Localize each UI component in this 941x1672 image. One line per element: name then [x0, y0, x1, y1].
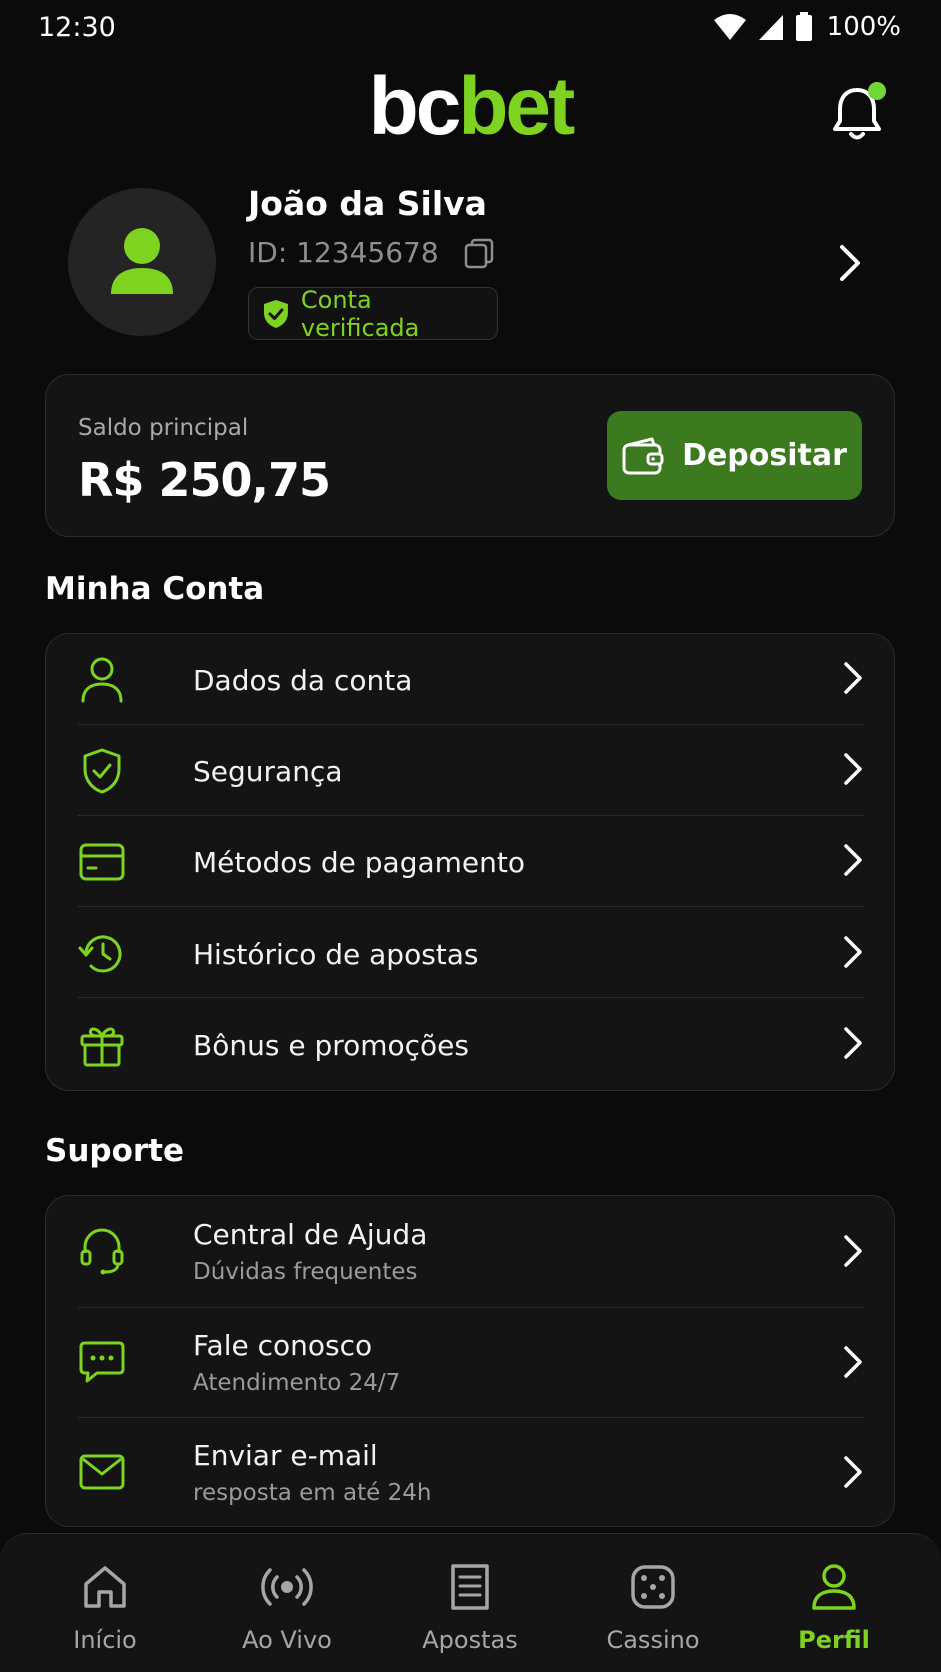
- menu-item-label: Central de Ajuda: [193, 1218, 428, 1251]
- nav-label: Ao Vivo: [242, 1626, 332, 1654]
- menu-item-label: Histórico de apostas: [193, 937, 479, 971]
- logo-bc: bc: [368, 61, 462, 152]
- headset-icon: [78, 1227, 126, 1275]
- menu-item-label: Segurança: [193, 754, 343, 788]
- shield-check-icon: [263, 299, 288, 328]
- menu-item-sublabel: Dúvidas frequentes: [193, 1259, 418, 1285]
- menu-item-label: Enviar e-mail: [193, 1439, 378, 1472]
- chevron-right-icon: [842, 1345, 864, 1383]
- nav-label: Cassino: [606, 1626, 700, 1654]
- menu-item-label: Fale conosco: [193, 1329, 373, 1362]
- avatar-user-icon: [111, 228, 173, 294]
- deposit-label: Depositar: [682, 438, 847, 473]
- menu-item-metodos-de-pagamento[interactable]: Métodos de pagamento: [78, 838, 864, 886]
- betslip-icon: [395, 1560, 545, 1614]
- menu-item-enviar-email[interactable]: Enviar e-mail resposta em até 24h: [78, 1439, 864, 1506]
- divider: [78, 997, 864, 998]
- chevron-right-icon: [840, 245, 860, 281]
- battery-percent: 100%: [826, 12, 901, 42]
- mail-icon: [78, 1448, 126, 1496]
- chevron-right-icon: [842, 935, 864, 973]
- bcbet-logo: bcbet: [0, 62, 941, 152]
- menu-item-sublabel: resposta em até 24h: [193, 1480, 432, 1506]
- nav-item-apostas[interactable]: Apostas: [395, 1560, 545, 1654]
- divider: [78, 1417, 864, 1418]
- copy-icon[interactable]: [463, 237, 495, 269]
- nav-label: Início: [73, 1626, 137, 1654]
- menu-item-label: Métodos de pagamento: [193, 845, 526, 879]
- avatar[interactable]: [68, 188, 216, 336]
- section-title-suporte: Suporte: [45, 1133, 185, 1169]
- profile-details-chevron[interactable]: [838, 244, 862, 286]
- menu-item-label: Bônus e promoções: [193, 1028, 469, 1062]
- user-icon: [78, 656, 126, 704]
- user-id: ID: 12345678: [248, 236, 439, 269]
- divider: [78, 906, 864, 907]
- balance-label: Saldo principal: [78, 415, 249, 441]
- nav-item-inicio[interactable]: Início: [30, 1560, 180, 1654]
- menu-item-central-de-ajuda[interactable]: Central de Ajuda Dúvidas frequentes: [78, 1218, 864, 1285]
- verified-badge: Conta verificada: [248, 285, 498, 342]
- support-menu-card: Central de Ajuda Dúvidas frequentes Fale…: [45, 1195, 895, 1527]
- nav-item-perfil[interactable]: Perfil: [759, 1560, 909, 1654]
- chevron-right-icon: [842, 1234, 864, 1272]
- user-id-row: ID: 12345678: [248, 236, 495, 269]
- verified-label: Conta verificada: [300, 285, 420, 342]
- nav-label: Perfil: [798, 1626, 870, 1654]
- signal-icon: [758, 15, 783, 40]
- shield-check-icon: [78, 747, 126, 795]
- section-title-minha-conta: Minha Conta: [45, 571, 265, 607]
- menu-item-dados-da-conta[interactable]: Dados da conta: [78, 656, 864, 704]
- divider: [78, 815, 864, 816]
- home-icon: [30, 1560, 180, 1614]
- status-icons: 100%: [713, 12, 901, 42]
- nav-item-cassino[interactable]: Cassino: [578, 1560, 728, 1654]
- deposit-button[interactable]: Depositar: [607, 411, 862, 500]
- gift-icon: [78, 1021, 126, 1069]
- menu-item-sublabel: Atendimento 24/7: [193, 1370, 401, 1396]
- balance-value: R$ 250,75: [78, 453, 331, 507]
- wifi-icon: [713, 14, 746, 40]
- menu-item-fale-conosco[interactable]: Fale conosco Atendimento 24/7: [78, 1329, 864, 1396]
- menu-item-label: Dados da conta: [193, 663, 413, 697]
- chevron-right-icon: [842, 1026, 864, 1064]
- nav-item-ao-vivo[interactable]: Ao Vivo: [212, 1560, 362, 1654]
- account-menu-card: Dados da conta Segurança Métodos de paga…: [45, 633, 895, 1091]
- divider: [78, 1307, 864, 1308]
- balance-card: Saldo principal R$ 250,75 Depositar: [45, 374, 895, 537]
- status-bar: 12:30 100%: [0, 0, 941, 60]
- status-time: 12:30: [38, 12, 116, 43]
- menu-item-historico-de-apostas[interactable]: Histórico de apostas: [78, 930, 864, 978]
- chevron-right-icon: [842, 752, 864, 790]
- chat-icon: [78, 1338, 126, 1386]
- divider: [78, 724, 864, 725]
- nav-label: Apostas: [422, 1626, 518, 1654]
- credit-card-icon: [78, 838, 126, 886]
- profile-icon: [759, 1560, 909, 1614]
- battery-icon: [795, 12, 812, 41]
- dice-icon: [578, 1560, 728, 1614]
- live-broadcast-icon: [212, 1560, 362, 1614]
- menu-item-bonus-e-promocoes[interactable]: Bônus e promoções: [78, 1021, 864, 1069]
- chevron-right-icon: [842, 661, 864, 699]
- logo-bet: bet: [458, 61, 575, 152]
- notifications-button[interactable]: [830, 80, 888, 142]
- wallet-icon: [622, 437, 664, 474]
- history-icon: [78, 930, 126, 978]
- chevron-right-icon: [842, 1455, 864, 1493]
- notification-badge: [868, 82, 886, 100]
- user-name: João da Silva: [248, 184, 487, 223]
- menu-item-seguranca[interactable]: Segurança: [78, 747, 864, 795]
- bottom-nav: Início Ao Vivo Apostas Cassino Perfil: [0, 1533, 941, 1672]
- chevron-right-icon: [842, 843, 864, 881]
